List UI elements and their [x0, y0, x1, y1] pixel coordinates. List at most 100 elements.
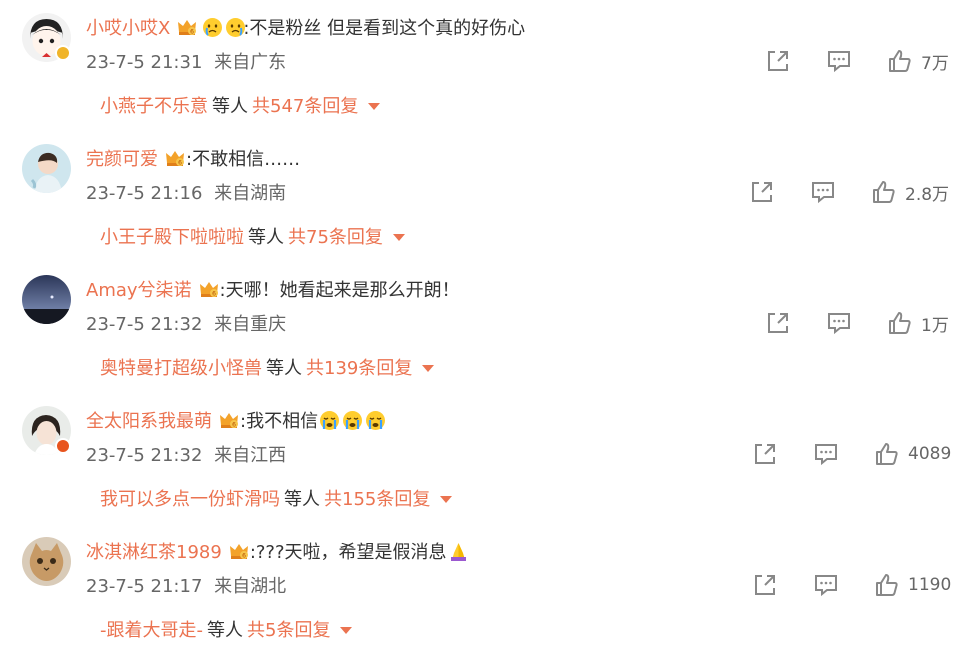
crying-emoji	[203, 17, 223, 37]
comment-text: :不是粉丝 但是看到这个真的好伤心	[243, 18, 526, 39]
comment-icon[interactable]	[826, 48, 852, 74]
like-count: 2.8万	[905, 184, 950, 205]
svg-text:6: 6	[242, 553, 246, 560]
crying-emoji	[343, 410, 363, 430]
like-count: 1万	[921, 315, 949, 336]
share-icon[interactable]	[765, 48, 791, 74]
reply-username[interactable]: 我可以多点一份虾滑吗	[100, 485, 280, 511]
reply-connector: 等人	[266, 358, 302, 379]
like-count: 4089	[908, 444, 952, 464]
username[interactable]: 冰淇淋红茶1989	[86, 538, 222, 564]
reply-count-link[interactable]: 共547条回复	[252, 92, 358, 118]
comment-text: :天哪！她看起来是那么开朗！	[219, 280, 460, 301]
comment-actions: 1万	[765, 310, 949, 336]
comment-actions: 2.8万	[749, 179, 949, 205]
svg-text:6: 6	[178, 160, 182, 167]
chevron-down-icon[interactable]	[340, 626, 353, 634]
comment-time: 23-7-5 21:32	[86, 314, 203, 335]
replies-summary[interactable]: 我可以多点一份虾滑吗 等人 共155条回复	[100, 485, 453, 511]
reply-username[interactable]: 奥特曼打超级小怪兽	[100, 354, 262, 380]
replies-summary[interactable]: 小王子殿下啦啦啦 等人 共75条回复	[100, 223, 405, 249]
comment-actions: 7万	[765, 48, 949, 74]
comment-meta: 23-7-5 21:32 来自重庆	[86, 310, 286, 336]
avatar[interactable]	[22, 537, 71, 586]
comment-time: 23-7-5 21:32	[86, 445, 203, 466]
like-count: 1190	[908, 575, 952, 595]
reply-connector: 等人	[212, 96, 248, 117]
praying-emoji	[450, 542, 466, 561]
chevron-down-icon[interactable]	[368, 102, 381, 110]
comment-text: :???天啦，希望是假消息	[249, 542, 447, 563]
comment-icon[interactable]	[810, 179, 836, 205]
reply-connector: 等人	[207, 620, 243, 641]
crown-icon: 6	[199, 282, 218, 298]
comment-icon[interactable]	[826, 310, 852, 336]
verified-badge-icon	[55, 438, 71, 454]
reply-count-link[interactable]: 共5条回复	[247, 616, 330, 642]
username[interactable]: 小哎小哎X	[86, 14, 170, 40]
like-count: 7万	[921, 53, 949, 74]
crown-icon: 6	[166, 151, 184, 167]
comment-item: 完颜可爱 6 :不敢相信…… 23-7-5 21:16 来自湖南 2.8万 小王…	[0, 131, 955, 261]
comment-icon[interactable]	[813, 572, 839, 598]
comment-actions: 4089	[752, 441, 951, 467]
crying-emoji	[366, 410, 386, 430]
chevron-down-icon[interactable]	[422, 364, 435, 372]
reply-connector: 等人	[248, 227, 284, 248]
like-icon[interactable]	[887, 48, 913, 74]
svg-text:6: 6	[190, 29, 194, 36]
comment-actions: 1190	[752, 572, 951, 598]
username[interactable]: 完颜可爱	[86, 145, 158, 171]
reply-username[interactable]: 小燕子不乐意	[100, 92, 208, 118]
like-icon[interactable]	[874, 441, 900, 467]
comment-item: 小哎小哎X 6 :不是粉丝 但是看到这个真的好伤心 23-7-5 21:31 来…	[0, 0, 955, 130]
comment-item: 全太阳系我最萌 6 :我不相信 23-7-5 21:32 来自江西 4089 我…	[0, 393, 955, 523]
svg-text:6: 6	[232, 422, 236, 429]
like-icon[interactable]	[871, 179, 897, 205]
replies-summary[interactable]: 小燕子不乐意 等人 共547条回复	[100, 92, 381, 118]
comment-time: 23-7-5 21:31	[86, 52, 203, 73]
crown-icon: 6	[229, 544, 248, 560]
username[interactable]: 全太阳系我最萌	[86, 407, 212, 433]
comment-text: :不敢相信……	[186, 149, 301, 170]
comment-location: 来自重庆	[214, 314, 287, 335]
comment-time: 23-7-5 21:16	[86, 183, 203, 204]
avatar[interactable]	[22, 275, 71, 324]
comment-icon[interactable]	[813, 441, 839, 467]
comment-item: Amay兮柒诺 6 :天哪！她看起来是那么开朗！ 23-7-5 21:32 来自…	[0, 262, 955, 392]
chevron-down-icon[interactable]	[392, 233, 405, 241]
reply-username[interactable]: -跟着大哥走-	[100, 616, 203, 642]
chevron-down-icon[interactable]	[440, 495, 453, 503]
replies-summary[interactable]: -跟着大哥走- 等人 共5条回复	[100, 616, 353, 642]
comment-item: 冰淇淋红茶1989 6 :???天啦，希望是假消息 23-7-5 21:17 来…	[0, 524, 955, 654]
share-icon[interactable]	[752, 441, 778, 467]
comment-meta: 23-7-5 21:17 来自湖北	[86, 572, 286, 598]
comment-meta: 23-7-5 21:16 来自湖南	[86, 179, 286, 205]
share-icon[interactable]	[765, 310, 791, 336]
comment-location: 来自广东	[214, 52, 287, 73]
share-icon[interactable]	[752, 572, 778, 598]
comment-location: 来自湖南	[214, 183, 287, 204]
avatar[interactable]	[22, 144, 71, 193]
comment-meta: 23-7-5 21:32 来自江西	[86, 441, 286, 467]
comment-location: 来自江西	[214, 445, 287, 466]
comment-meta: 23-7-5 21:31 来自广东	[86, 48, 286, 74]
crown-icon: 6	[178, 20, 197, 36]
comment-text: :我不相信	[240, 411, 319, 432]
crown-icon: 6	[220, 413, 238, 429]
like-icon[interactable]	[887, 310, 913, 336]
comment-time: 23-7-5 21:17	[86, 576, 203, 597]
reply-count-link[interactable]: 共75条回复	[288, 223, 383, 249]
replies-summary[interactable]: 奥特曼打超级小怪兽 等人 共139条回复	[100, 354, 435, 380]
like-icon[interactable]	[874, 572, 900, 598]
share-icon[interactable]	[749, 179, 775, 205]
verified-badge-icon	[55, 45, 71, 61]
crying-emoji	[320, 410, 340, 430]
comment-location: 来自湖北	[214, 576, 287, 597]
username[interactable]: Amay兮柒诺	[86, 276, 192, 302]
reply-count-link[interactable]: 共139条回复	[306, 354, 412, 380]
svg-text:6: 6	[212, 291, 216, 298]
reply-connector: 等人	[284, 489, 320, 510]
reply-count-link[interactable]: 共155条回复	[324, 485, 430, 511]
reply-username[interactable]: 小王子殿下啦啦啦	[100, 223, 244, 249]
